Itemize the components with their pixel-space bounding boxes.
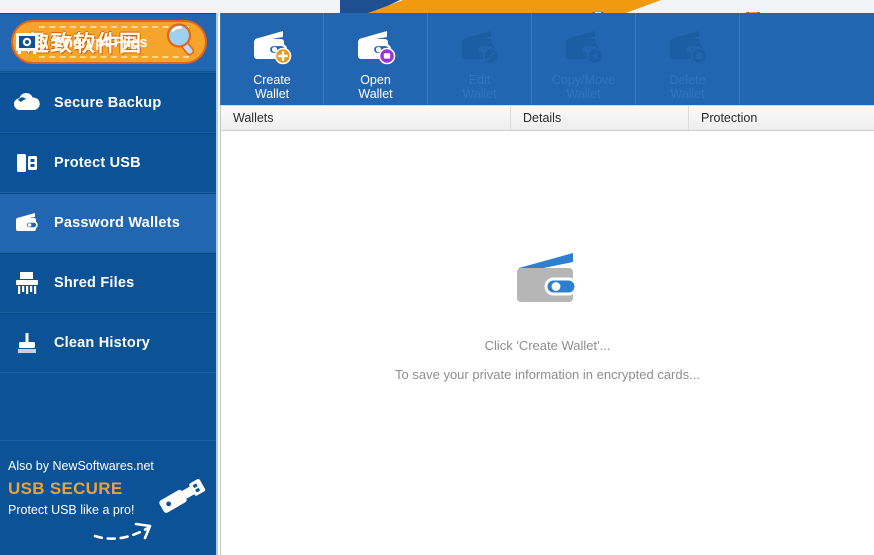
wallets-panel: Wallets Details Protection Click 'Create… <box>220 105 874 555</box>
column-header-wallets[interactable]: Wallets <box>221 106 511 130</box>
sidebar-item-label: Secure Backup <box>54 95 162 111</box>
promo-banner[interactable]: Also by NewSoftwares.net USB SECURE Prot… <box>0 440 216 555</box>
column-header-details[interactable]: Details <box>511 106 689 130</box>
sidebar-item-password-wallets[interactable]: Password Wallets <box>0 193 216 253</box>
shredder-icon <box>0 271 54 295</box>
orange-band-shape <box>368 0 661 13</box>
partial-blue-icon <box>589 6 607 13</box>
application-window: 趣致软件园 Encrypt Files Secure Backup Protec… <box>0 0 874 555</box>
empty-state: Click 'Create Wallet'... To save your pr… <box>221 131 874 555</box>
toolbar-button-label: Copy/Move Wallet <box>551 73 616 101</box>
wallet-edit-icon <box>458 27 502 67</box>
sidebar-item-encrypt-files[interactable]: Encrypt Files <box>0 13 216 73</box>
wallet-add-icon <box>250 27 294 67</box>
wallet-icon <box>511 251 585 314</box>
empty-state-line1: Click 'Create Wallet'... <box>484 338 611 353</box>
promo-brand: USB SECURE <box>8 479 123 498</box>
wallet-delete-icon <box>666 27 710 67</box>
edit-wallet-button[interactable]: Edit Wallet <box>428 13 532 105</box>
promo-tagline: Protect USB like a pro! <box>8 503 135 517</box>
safe-box-icon <box>0 31 54 55</box>
promo-also-by: Also by NewSoftwares.net <box>8 459 154 473</box>
usb-drive-icon <box>0 151 54 175</box>
sidebar-item-clean-history[interactable]: Clean History <box>0 313 216 373</box>
toolbar-button-label: Edit Wallet <box>462 73 497 101</box>
partial-window-strip <box>0 0 874 13</box>
delete-wallet-button[interactable]: Delete Wallet <box>636 13 740 105</box>
sidebar-item-protect-usb[interactable]: Protect USB <box>0 133 216 193</box>
sidebar-item-label: Protect USB <box>54 155 141 171</box>
toolbar-button-label: Create Wallet <box>253 73 291 101</box>
sidebar-item-secure-backup[interactable]: Secure Backup <box>0 73 216 133</box>
wallet-copy-move-icon <box>562 27 606 67</box>
open-wallet-button[interactable]: Open Wallet <box>324 13 428 105</box>
empty-state-line2: To save your private information in encr… <box>395 367 700 382</box>
sidebar-item-label: Shred Files <box>54 275 135 291</box>
sidebar-item-label: Encrypt Files <box>54 35 148 51</box>
sidebar: 趣致软件园 Encrypt Files Secure Backup Protec… <box>0 13 218 555</box>
partial-brown-icon <box>744 6 762 13</box>
copy-move-wallet-button[interactable]: Copy/Move Wallet <box>532 13 636 105</box>
usb-drive-icon <box>154 469 210 526</box>
sidebar-item-label: Password Wallets <box>54 215 180 231</box>
toolbar: Create Wallet Open Wallet Edit Wallet Co… <box>220 13 874 105</box>
toolbar-button-label: Open Wallet <box>358 73 393 101</box>
sidebar-item-shred-files[interactable]: Shred Files <box>0 253 216 313</box>
sidebar-item-label: Clean History <box>54 335 151 351</box>
cloud-icon <box>0 92 54 114</box>
wallet-icon <box>0 211 54 235</box>
wallet-open-icon <box>354 27 398 67</box>
create-wallet-button[interactable]: Create Wallet <box>220 13 324 105</box>
toolbar-button-label: Delete Wallet <box>669 73 706 101</box>
broom-icon <box>0 331 54 355</box>
dashed-arrow-icon <box>92 520 162 549</box>
table-column-header: Wallets Details Protection <box>221 105 874 131</box>
column-header-protection[interactable]: Protection <box>689 106 874 130</box>
